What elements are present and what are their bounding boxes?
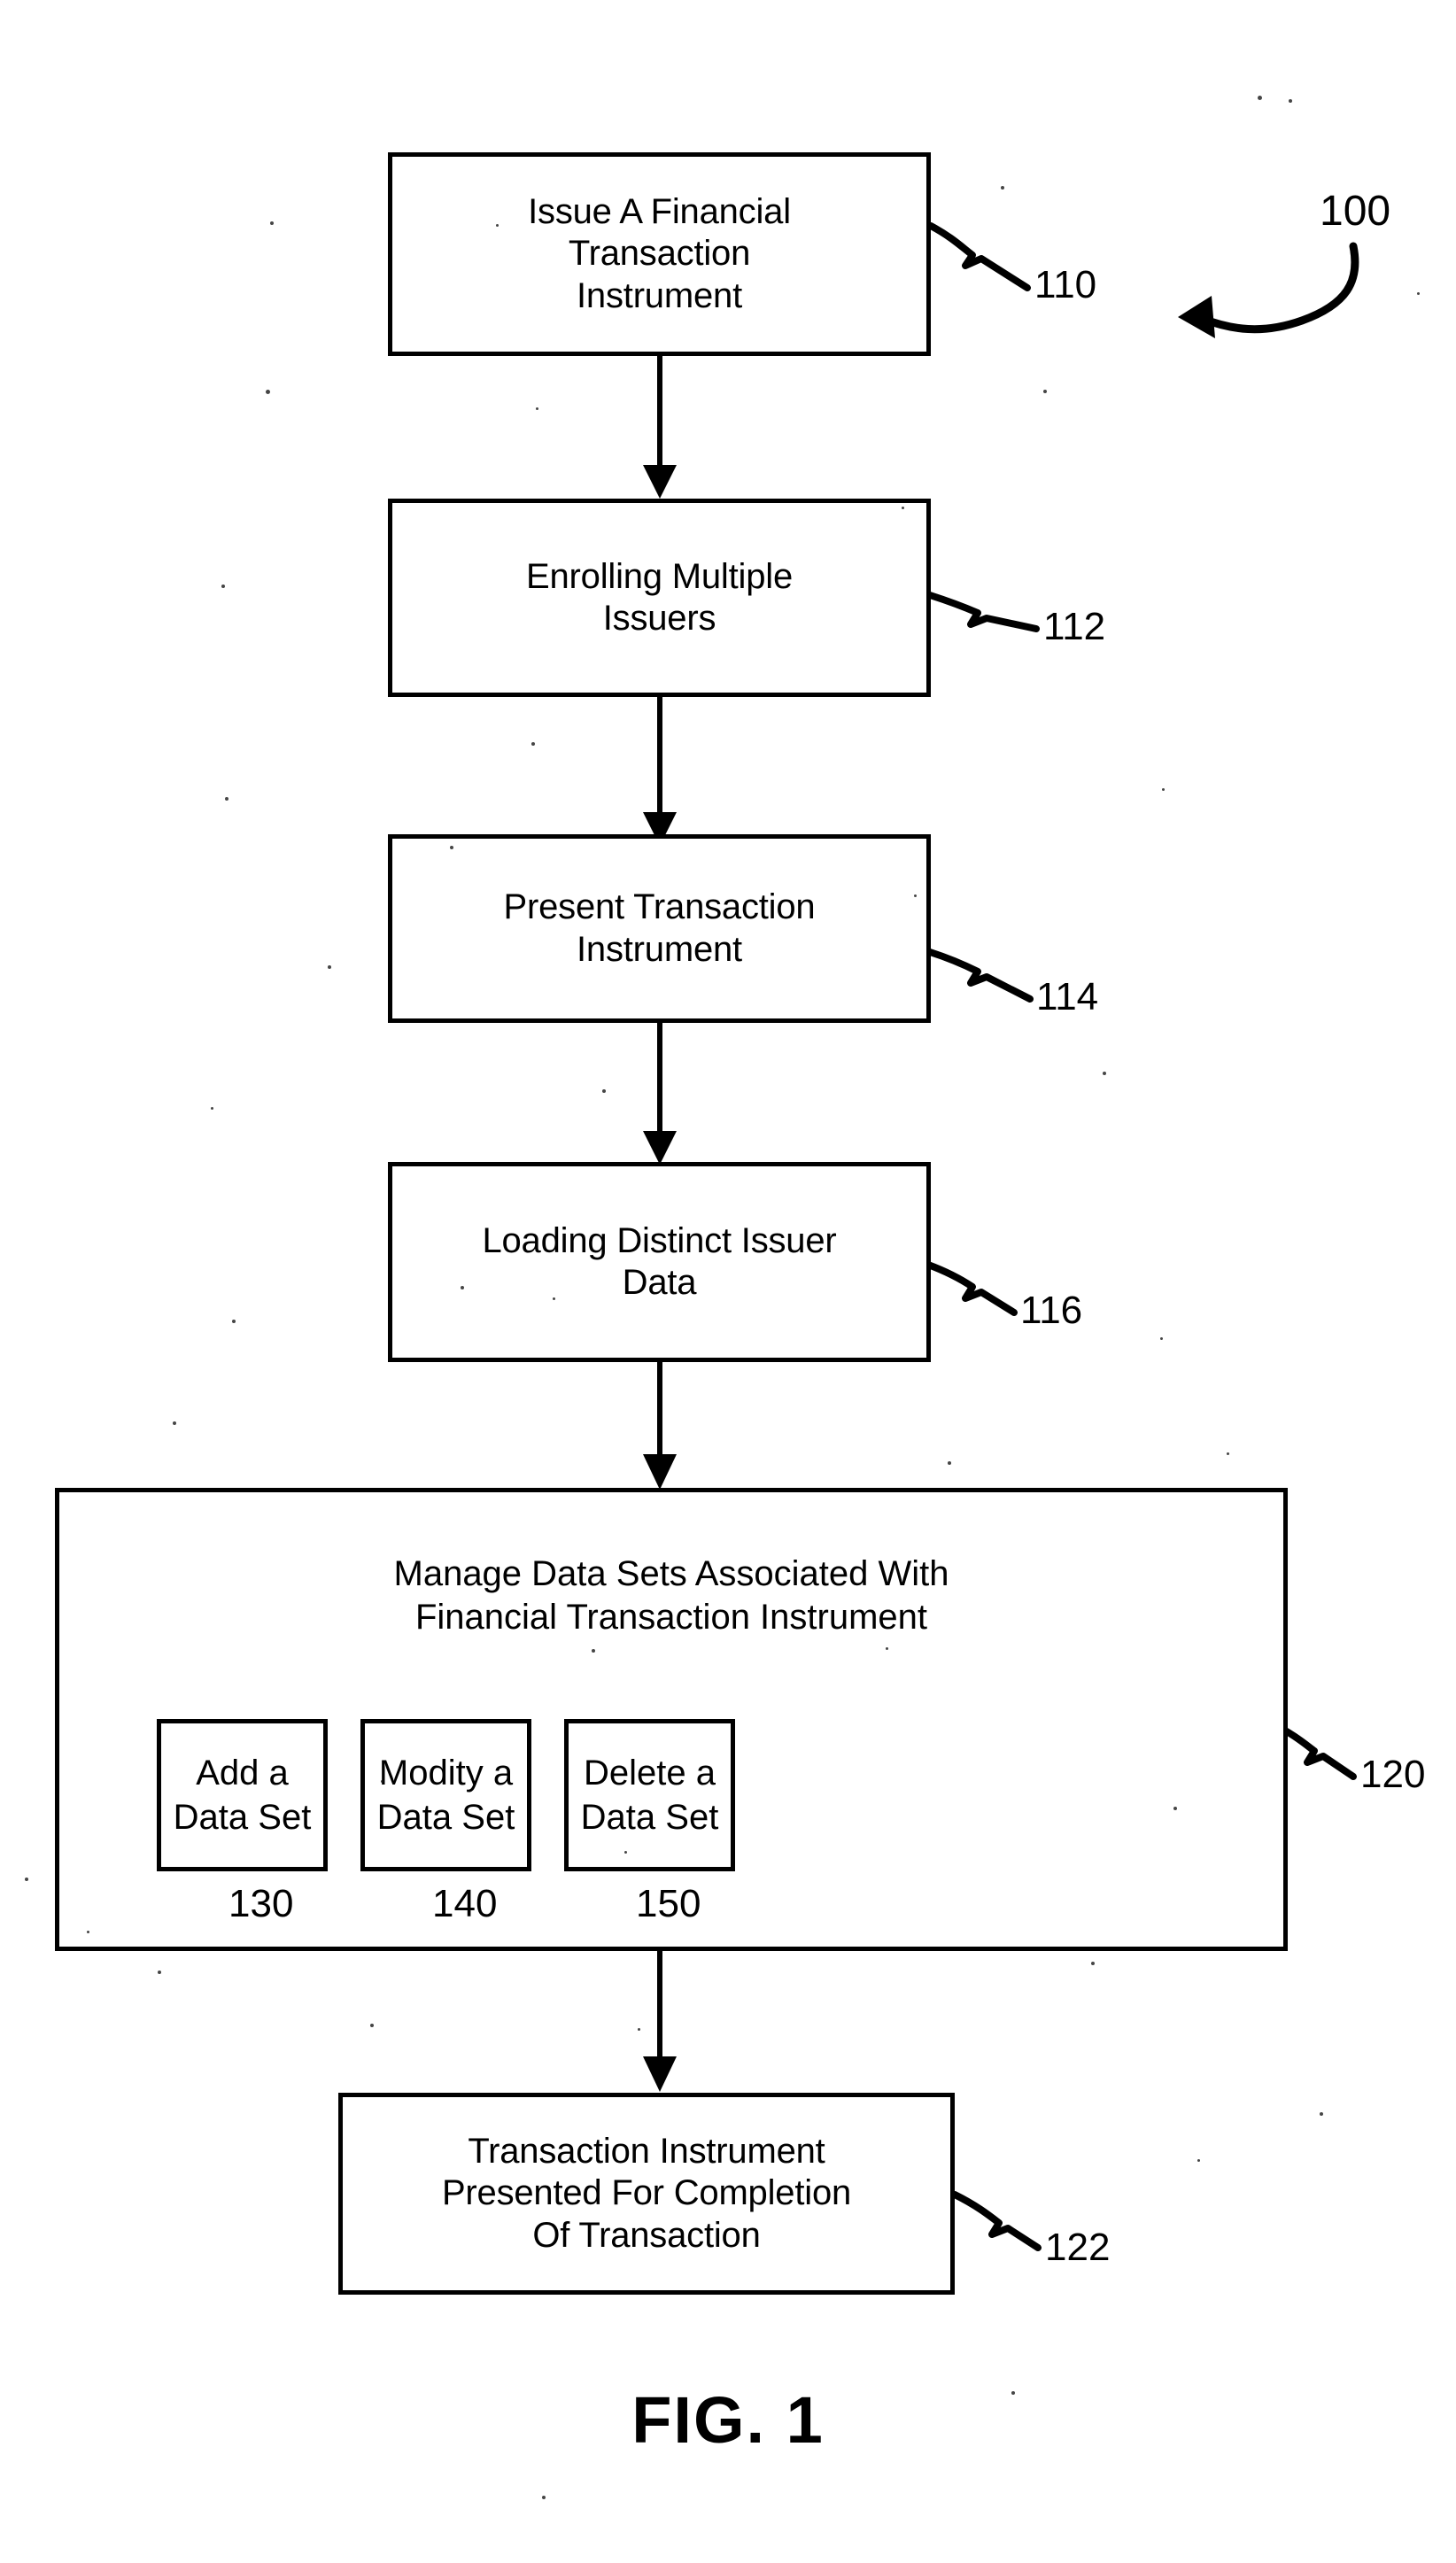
node-present-transaction-instrument[interactable]: Present Transaction Instrument (388, 834, 931, 1023)
figure-caption: FIG. 1 (631, 2383, 825, 2457)
group-title: Manage Data Sets Associated With Financi… (393, 1554, 949, 1637)
leader-line-122 (951, 2191, 1042, 2251)
ref-numeral-120: 120 (1360, 1753, 1426, 1796)
scan-speck (1162, 788, 1165, 791)
node-loading-distinct-issuer-data[interactable]: Loading Distinct Issuer Data (388, 1162, 931, 1362)
scan-speck (381, 1780, 383, 1783)
scan-speck (1043, 390, 1047, 393)
node-label: Add a Data Set (173, 1754, 312, 1837)
connector-120-to-122 (643, 1951, 677, 2092)
scan-speck (553, 1297, 555, 1300)
scan-speck (1160, 1337, 1163, 1340)
scan-speck (158, 1971, 161, 1974)
scan-speck (638, 2028, 640, 2031)
patent-figure-1: Issue A Financial Transaction Instrument… (0, 0, 1456, 2563)
ref-numeral-100: 100 (1320, 188, 1391, 235)
ref-numeral-122: 122 (1045, 2226, 1111, 2269)
node-label: Modity a Data Set (376, 1754, 515, 1837)
scan-speck (211, 1107, 213, 1110)
scan-speck (1197, 2159, 1200, 2162)
scan-speck (1258, 96, 1262, 100)
node-transaction-instrument-presented[interactable]: Transaction Instrument Presented For Com… (338, 2093, 955, 2295)
scan-speck (1011, 2391, 1015, 2395)
node-delete-a-data-set[interactable]: Delete a Data Set (564, 1719, 735, 1871)
node-label: Delete a Data Set (580, 1754, 719, 1837)
node-enrolling-multiple-issuers[interactable]: Enrolling Multiple Issuers (388, 499, 931, 697)
scan-speck (496, 224, 499, 227)
node-label: Loading Distinct Issuer Data (482, 1220, 837, 1302)
scan-speck (531, 742, 535, 746)
leader-line-114 (926, 949, 1034, 1003)
scan-speck (1103, 1072, 1106, 1075)
scan-speck (450, 846, 453, 849)
node-label: Enrolling Multiple Issuers (526, 556, 793, 638)
scan-speck (592, 1649, 595, 1653)
node-add-a-data-set[interactable]: Add a Data Set (157, 1719, 328, 1871)
scan-speck (87, 1931, 89, 1933)
scan-speck (1417, 292, 1420, 295)
scan-speck (225, 797, 228, 801)
scan-speck (948, 1461, 951, 1465)
node-label: Present Transaction Instrument (503, 887, 816, 969)
scan-speck (370, 2024, 374, 2027)
scan-speck (1320, 2112, 1323, 2116)
ref-numeral-140: 140 (432, 1882, 498, 1925)
ref-numeral-130: 130 (228, 1882, 294, 1925)
scan-speck (914, 894, 917, 897)
scan-speck (536, 407, 538, 410)
ref-numeral-150: 150 (636, 1882, 701, 1925)
node-modity-a-data-set[interactable]: Modity a Data Set (360, 1719, 531, 1871)
ref-numeral-110: 110 (1034, 263, 1097, 306)
connector-114-to-116 (643, 1023, 677, 1165)
node-issue-financial-transaction-instrument[interactable]: Issue A Financial Transaction Instrument (388, 152, 931, 356)
scan-speck (602, 1089, 606, 1093)
connector-112-to-114 (643, 697, 677, 846)
scan-speck (902, 507, 904, 509)
scan-speck (461, 1286, 464, 1289)
scan-speck (1001, 186, 1004, 190)
scan-speck (886, 1647, 888, 1650)
leader-line-110 (927, 222, 1031, 291)
ref-numeral-116: 116 (1020, 1289, 1083, 1332)
scan-speck (232, 1320, 236, 1323)
scan-speck (1289, 99, 1292, 103)
scan-speck (328, 965, 331, 969)
scan-speck (1227, 1452, 1229, 1455)
scan-speck (221, 585, 225, 588)
leader-line-116 (925, 1261, 1018, 1316)
scan-speck (25, 1878, 28, 1881)
scan-speck (1173, 1807, 1177, 1810)
system-ref-arrow-100 (1178, 242, 1359, 338)
scan-speck (542, 2496, 546, 2499)
ref-numeral-112: 112 (1043, 605, 1106, 648)
leader-line-112 (926, 592, 1040, 632)
connector-116-to-120 (643, 1362, 677, 1490)
scan-speck (266, 390, 270, 394)
scan-speck (624, 1851, 627, 1854)
scan-speck (173, 1421, 176, 1425)
scan-speck (1091, 1962, 1095, 1965)
ref-numeral-114: 114 (1036, 975, 1099, 1018)
scan-speck (270, 221, 274, 225)
node-label: Issue A Financial Transaction Instrument (528, 192, 791, 315)
node-label: Transaction Instrument Presented For Com… (441, 2132, 852, 2255)
connector-110-to-112 (643, 356, 677, 499)
